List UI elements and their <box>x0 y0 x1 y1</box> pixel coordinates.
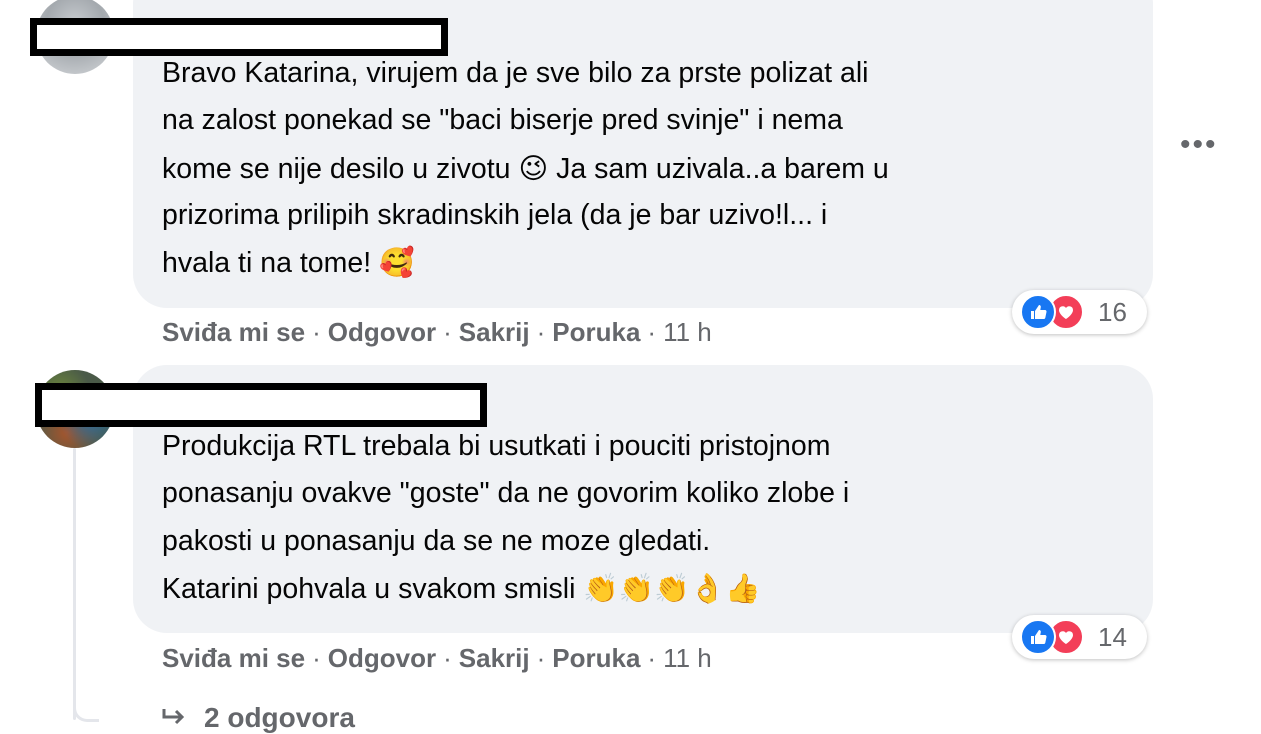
like-link[interactable]: Sviđa mi se <box>162 317 305 347</box>
separator: · <box>536 643 546 673</box>
like-link[interactable]: Sviđa mi se <box>162 643 305 673</box>
reaction-count: 14 <box>1098 621 1127 652</box>
comment-line: Bravo Katarina, virujem da je sve bilo z… <box>162 57 869 89</box>
reply-link[interactable]: Odgovor <box>328 643 436 673</box>
comment-actions: Sviđa mi se · Odgovor · Sakrij · Poruka · 11 h <box>162 317 712 348</box>
separator: · <box>536 317 546 347</box>
separator: · <box>312 317 321 347</box>
timestamp[interactable]: 11 h <box>663 643 712 673</box>
separator: · <box>443 643 452 673</box>
separator: · <box>443 317 452 347</box>
view-replies-link[interactable]: 2 odgovora <box>162 702 355 734</box>
comment-line: ponasanju ovakve "goste" da ne govorim k… <box>162 477 850 510</box>
like-icon <box>1020 294 1056 330</box>
redacted-name <box>35 383 487 427</box>
comment-line: pakosti u ponasanju da se ne moze gledat… <box>162 524 711 557</box>
timestamp[interactable]: 11 h <box>663 317 712 347</box>
comment-line: Produkcija RTL trebala bi usutkati i pou… <box>162 430 831 462</box>
reaction-summary[interactable]: 16 <box>1012 290 1147 334</box>
thread-line <box>73 448 99 722</box>
comment-line: na zalost ponekad se "baci biserje pred … <box>162 104 843 137</box>
reaction-count: 16 <box>1098 296 1127 327</box>
love-face-emoji: 🥰 <box>379 246 415 280</box>
comment-line: kome se nije desilo u zivotu 😉 Ja sam uz… <box>162 151 889 185</box>
reaction-summary[interactable]: 14 <box>1012 615 1147 659</box>
wink-emoji: 😉 <box>518 151 549 185</box>
more-options-icon[interactable]: ••• <box>1180 128 1218 162</box>
comment-line: Katarini pohvala u svakom smisli 👏👏👏👌👍 <box>162 571 761 605</box>
comment-actions: Sviđa mi se · Odgovor · Sakrij · Poruka · 11 h <box>162 643 712 674</box>
separator: · <box>647 317 657 347</box>
comment-line: prizorima prilipih skradinskih jela (da … <box>162 198 828 231</box>
separator: · <box>647 643 657 673</box>
clap-emojis: 👏👏👏👌👍 <box>583 571 761 605</box>
hide-link[interactable]: Sakrij <box>459 643 530 673</box>
reply-arrow-icon <box>162 702 188 734</box>
separator: · <box>312 643 321 673</box>
message-link[interactable]: Poruka <box>552 317 640 347</box>
replies-count-label: 2 odgovora <box>204 702 355 733</box>
comment-line: hvala ti na tome! 🥰 <box>162 246 415 280</box>
hide-link[interactable]: Sakrij <box>459 317 530 347</box>
like-icon <box>1020 619 1056 655</box>
comment-text: Bravo Katarina, virujem da je sve bilo z… <box>162 50 889 286</box>
message-link[interactable]: Poruka <box>552 643 640 673</box>
reply-link[interactable]: Odgovor <box>328 317 436 347</box>
comment-text: Produkcija RTL trebala bi usutkati i pou… <box>162 423 849 612</box>
